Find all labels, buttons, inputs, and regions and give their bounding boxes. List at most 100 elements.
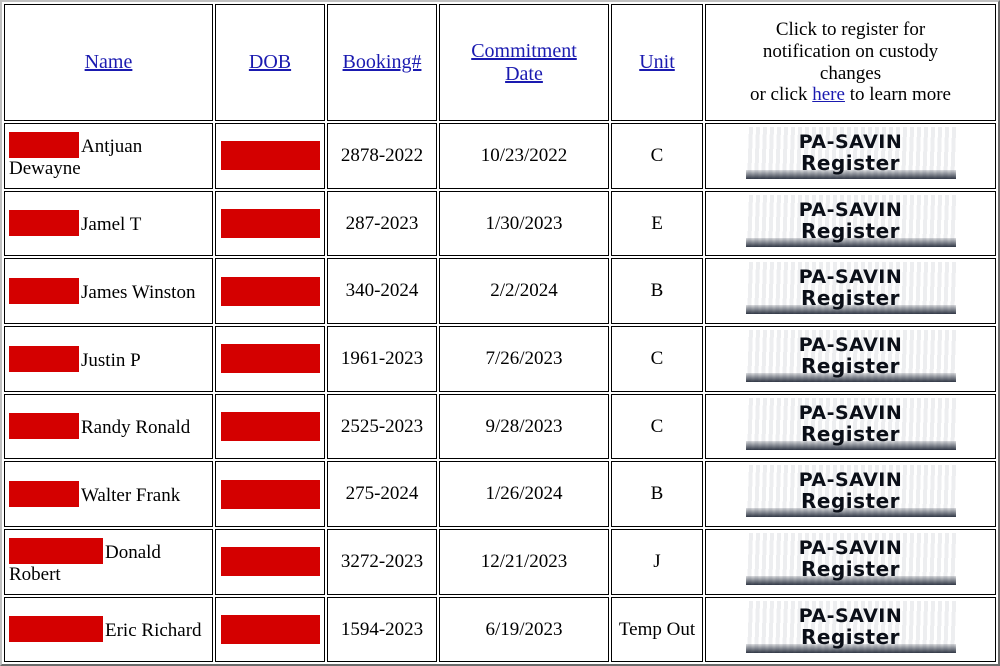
pa-savin-button-label: PA-SAVIN Register (746, 195, 956, 247)
cell-dob (215, 596, 325, 663)
cell-unit: B (611, 258, 703, 324)
pa-savin-register-button[interactable]: PA-SAVIN Register (745, 127, 956, 179)
cell-booking-number: 1961-2023 (327, 325, 437, 392)
cell-booking-number: 275-2024 (327, 461, 437, 527)
pa-savin-line1: PA-SAVIN (798, 469, 903, 492)
pa-savin-register-button[interactable]: PA-SAVIN Register (745, 329, 956, 382)
cell-dob (215, 258, 325, 324)
booking-number-text: 287-2023 (345, 212, 419, 234)
savin-header-line1: Click to register for (775, 19, 926, 41)
cell-savin-register: PA-SAVIN Register (705, 393, 996, 460)
cell-savin-register: PA-SAVIN Register (705, 596, 996, 663)
table-header: Name DOB Booking# Commitment Date Unit Cl… (4, 4, 996, 121)
table-row: Antjuan Dewayne 2878-2022 10/23/2022 C PA-SA… (4, 123, 996, 189)
pa-savin-register-button[interactable]: PA-SAVIN Register (745, 532, 956, 585)
redaction-block-dob (220, 479, 320, 509)
pa-savin-button-label: PA-SAVIN Register (746, 398, 956, 450)
redaction-block-last-name (9, 132, 79, 158)
table-row: Eric Richard 1594-2023 6/19/2023 Temp Out PA… (4, 596, 996, 663)
cell-dob (215, 461, 325, 527)
table-row: Donald Robert 3272-2023 12/21/2023 J PA-SAVI… (4, 528, 996, 595)
cell-booking-number: 3272-2023 (327, 528, 437, 595)
column-header-savin-notification: Click to register for notification on cu… (705, 4, 996, 121)
pa-savin-button-label: PA-SAVIN Register (746, 127, 956, 179)
cell-commitment-date: 1/26/2024 (439, 461, 609, 527)
pa-savin-line1: PA-SAVIN (798, 401, 903, 424)
cell-dob (215, 325, 325, 392)
commitment-date-text: 12/21/2023 (480, 550, 568, 572)
column-header-dob: DOB (215, 4, 325, 121)
pa-savin-button-label: PA-SAVIN Register (746, 465, 956, 517)
inmate-roster-table: Name DOB Booking# Commitment Date Unit Cl… (0, 0, 1000, 666)
commitment-date-text: 6/19/2023 (485, 618, 563, 640)
pa-savin-line1: PA-SAVIN (798, 333, 903, 356)
unit-text: Temp Out (618, 618, 696, 640)
pa-savin-button-label: PA-SAVIN Register (746, 533, 956, 585)
pa-savin-button-label: PA-SAVIN Register (746, 601, 956, 653)
commitment-date-text: 1/26/2024 (485, 483, 563, 505)
cell-commitment-date: 1/30/2023 (439, 190, 609, 257)
redaction-block-dob (220, 276, 320, 306)
cell-unit: C (611, 123, 703, 189)
pa-savin-register-button[interactable]: PA-SAVIN Register (745, 600, 956, 653)
inmate-name-text: Randy Ronald (81, 417, 191, 439)
sort-link-unit[interactable]: Unit (639, 51, 675, 73)
savin-header-line4-prefix: or click (749, 84, 813, 106)
table-row: James Winston 340-2024 2/2/2024 B PA-SAVIN Re… (4, 258, 996, 324)
cell-commitment-date: 7/26/2023 (439, 325, 609, 392)
learn-more-link[interactable]: here (812, 84, 845, 105)
unit-text: J (653, 550, 661, 572)
commitment-date-text: 7/26/2023 (485, 347, 563, 369)
pa-savin-line2: Register (800, 151, 901, 175)
cell-commitment-date: 9/28/2023 (439, 393, 609, 460)
sort-link-name[interactable]: Name (85, 51, 133, 73)
pa-savin-register-button[interactable]: PA-SAVIN Register (745, 262, 956, 315)
booking-number-text: 2525-2023 (340, 415, 424, 437)
unit-text: C (650, 145, 664, 166)
cell-name: Jamel T (4, 190, 213, 257)
inmate-name-text: Jamel T (81, 214, 142, 236)
pa-savin-line1: PA-SAVIN (798, 604, 903, 627)
inmate-name-text: Eric Richard (105, 620, 202, 642)
unit-text: B (650, 483, 664, 505)
sort-link-dob[interactable]: DOB (249, 51, 291, 73)
cell-savin-register: PA-SAVIN Register (705, 461, 996, 527)
commitment-date-text: 9/28/2023 (485, 415, 563, 437)
cell-booking-number: 2525-2023 (327, 393, 437, 460)
cell-dob (215, 393, 325, 460)
cell-name: Justin P (4, 325, 213, 392)
redaction-block-dob (220, 614, 320, 644)
redaction-block-dob (220, 344, 320, 374)
cell-dob (215, 528, 325, 595)
table-body: Antjuan Dewayne 2878-2022 10/23/2022 C PA-SA… (4, 123, 996, 663)
savin-header-line4-suffix: to learn more (844, 84, 951, 106)
commitment-label-line1: Commitment (471, 39, 577, 62)
savin-header-line2: notification on custody (762, 40, 939, 62)
redaction-block-dob (220, 208, 320, 238)
commitment-date-text: 2/2/2024 (490, 280, 558, 302)
redaction-block-dob (220, 141, 320, 171)
column-header-booking: Booking# (327, 4, 437, 121)
redaction-block-last-name (9, 345, 79, 372)
pa-savin-line1: PA-SAVIN (798, 198, 903, 221)
pa-savin-line2: Register (800, 624, 901, 649)
cell-booking-number: 287-2023 (327, 190, 437, 257)
sort-link-booking[interactable]: Booking# (343, 51, 422, 73)
cell-booking-number: 340-2024 (327, 258, 437, 324)
cell-name: James Winston (4, 258, 213, 324)
pa-savin-line2: Register (800, 353, 901, 378)
inmate-name-text: Justin P (81, 349, 141, 371)
cell-name: Randy Ronald (4, 393, 213, 460)
cell-unit: Temp Out (611, 596, 703, 663)
pa-savin-register-button[interactable]: PA-SAVIN Register (745, 465, 956, 518)
cell-commitment-date: 10/23/2022 (439, 123, 609, 189)
sort-link-commitment-date[interactable]: Commitment Date (471, 40, 577, 85)
redaction-block-dob (220, 547, 320, 577)
cell-name: Walter Frank (4, 461, 213, 527)
cell-commitment-date: 2/2/2024 (439, 258, 609, 324)
pa-savin-register-button[interactable]: PA-SAVIN Register (745, 194, 956, 247)
pa-savin-register-button[interactable]: PA-SAVIN Register (745, 397, 956, 450)
cell-unit: C (611, 325, 703, 392)
booking-number-text: 340-2024 (345, 280, 419, 302)
redaction-block-dob (220, 411, 320, 441)
